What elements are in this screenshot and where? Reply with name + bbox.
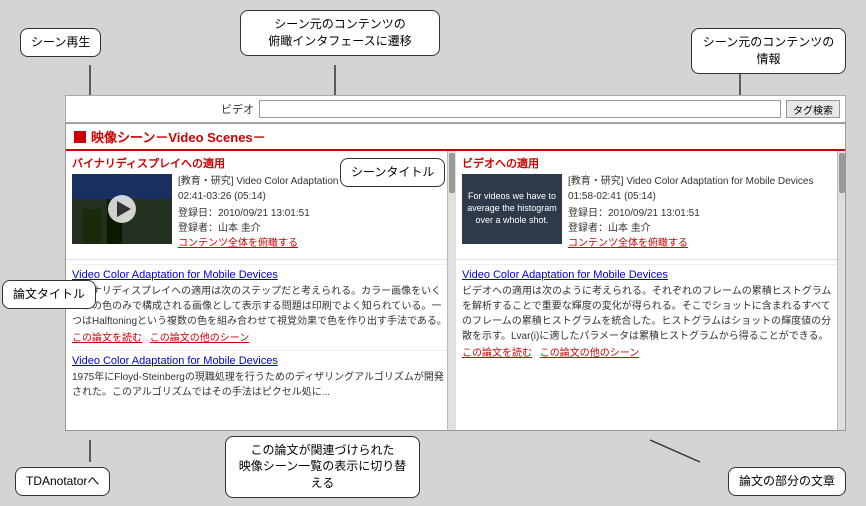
right-scene-author: 登録者：山本 圭介 xyxy=(568,221,839,236)
main-panel: 映像シーン－Video Scenes－ バイナリディスプレイへの適用 xyxy=(65,123,846,431)
left-paper-2: Video Color Adaptation for Mobile Device… xyxy=(72,350,449,400)
left-paper-2-title[interactable]: Video Color Adaptation for Mobile Device… xyxy=(72,355,449,367)
bubble-scene-play: シーン再生 xyxy=(20,28,101,57)
bubble-tda-annotator: TDAnotatorへ xyxy=(15,467,110,496)
search-button[interactable]: タグ検索 xyxy=(786,100,840,118)
panel-content: バイナリディスプレイへの適用 xyxy=(66,151,845,431)
left-read-link-1[interactable]: この論文を読む xyxy=(72,333,142,344)
right-scrollbar[interactable] xyxy=(837,151,845,431)
right-scene-section: ビデオへの適用 For videos we have to average th… xyxy=(456,151,845,260)
right-content-link[interactable]: コンテンツ全体を俯瞰する xyxy=(568,236,839,251)
left-scrollbar[interactable] xyxy=(447,151,455,431)
right-paper-1: Video Color Adaptation for Mobile Device… xyxy=(462,264,839,359)
bubble-scene-list-switch: この論文が関連づけられた映像シーン一覧の表示に切り替える xyxy=(225,436,420,498)
panel-header: 映像シーン－Video Scenes－ xyxy=(66,124,845,151)
right-scenes-link-1[interactable]: この論文の他のシーン xyxy=(540,348,640,359)
panel-header-text: 映像シーン－Video Scenes－ xyxy=(91,127,266,146)
main-container: シーン再生 シーン元のコンテンツの俯瞰インタフェースに遷移 シーン元のコンテンツ… xyxy=(0,0,866,506)
right-scene-card: For videos we have to average the histog… xyxy=(462,174,839,251)
left-paper-1: Video Color Adaptation for Mobile Device… xyxy=(72,264,449,344)
search-label: ビデオ xyxy=(221,101,254,117)
right-paper-section: Video Color Adaptation for Mobile Device… xyxy=(456,260,845,369)
panel-header-icon xyxy=(74,131,86,143)
right-paper-1-body: ビデオへの適用は次のように考えられる。それぞれのフレームの累積ヒストグラムを解析… xyxy=(462,284,839,344)
right-column: ビデオへの適用 For videos we have to average th… xyxy=(456,151,845,431)
left-thumbnail[interactable] xyxy=(72,174,172,244)
left-scenes-link-1[interactable]: この論文の他のシーン xyxy=(150,333,250,344)
left-scene-author: 登録者：山本 圭介 xyxy=(178,221,449,236)
left-paper-section: Video Color Adaptation for Mobile Device… xyxy=(66,260,455,410)
right-section-title: ビデオへの適用 xyxy=(462,155,839,171)
left-paper-1-links: この論文を読む この論文の他のシーン xyxy=(72,329,449,344)
bubble-interface-transition: シーン元のコンテンツの俯瞰インタフェースに遷移 xyxy=(240,10,440,56)
search-input[interactable] xyxy=(259,100,781,118)
right-paper-1-title[interactable]: Video Color Adaptation for Mobile Device… xyxy=(462,269,839,281)
right-read-link-1[interactable]: この論文を読む xyxy=(462,348,532,359)
right-paper-1-links: この論文を読む この論文の他のシーン xyxy=(462,344,839,359)
left-paper-2-body: 1975年にFloyd-Steinbergの現職処理を行うためのディザリングアル… xyxy=(72,370,449,400)
left-paper-1-body: バイナリディスプレイへの適用は次のステップだと考えられる。カラー画像をいくつかの… xyxy=(72,284,449,329)
left-scene-date: 登録日：2010/09/21 13:01:51 xyxy=(178,206,449,221)
left-scroll-thumb xyxy=(449,153,455,193)
right-scroll-thumb xyxy=(839,153,845,193)
right-scene-date: 登録日：2010/09/21 13:01:51 xyxy=(568,206,839,221)
right-scene-info: [教育・研究] Video Color Adaptation for Mobil… xyxy=(568,174,839,251)
bubble-paper-section-text: 論文の部分の文章 xyxy=(728,467,846,496)
play-button-left[interactable] xyxy=(108,195,136,223)
thumbnail-overlay-text: For videos we have to average the histog… xyxy=(462,186,562,231)
search-bar: ビデオ タグ検索 xyxy=(65,95,846,123)
bubble-scene-title: シーンタイトル xyxy=(340,158,445,187)
left-paper-1-title[interactable]: Video Color Adaptation for Mobile Device… xyxy=(72,269,449,281)
left-column: バイナリディスプレイへの適用 xyxy=(66,151,456,431)
right-thumbnail[interactable]: For videos we have to average the histog… xyxy=(462,174,562,244)
bubble-content-info: シーン元のコンテンツの情報 xyxy=(691,28,846,74)
right-scene-title: [教育・研究] Video Color Adaptation for Mobil… xyxy=(568,174,839,204)
left-content-link[interactable]: コンテンツ全体を俯瞰する xyxy=(178,236,449,251)
bubble-paper-title: 論文タイトル xyxy=(2,280,96,309)
